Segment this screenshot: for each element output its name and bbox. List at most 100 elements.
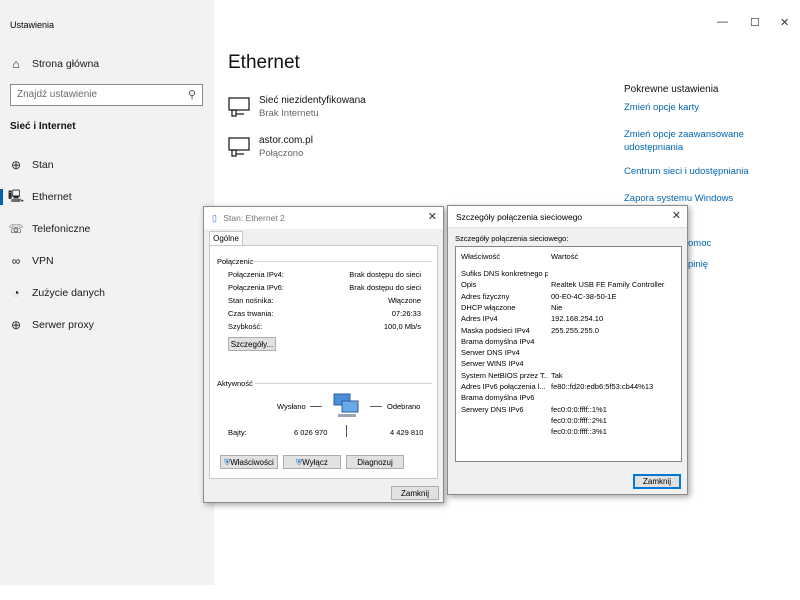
list-item[interactable]: Maska podsieci IPv4 255.255.255.0 — [461, 326, 681, 337]
ethernet-icon — [228, 97, 250, 117]
dialog-titlebar: Szczegóły połączenia sieciowego — [448, 206, 687, 228]
sidebar-item-telefoniczne[interactable]: ☏ Telefoniczne — [0, 215, 214, 243]
property-value: 255.255.255.0 — [551, 325, 599, 335]
property-name: Brama domyślna IPv4 — [461, 336, 535, 346]
sidebar-item-label: Ethernet — [32, 191, 72, 203]
activity-group-label: Aktywność — [217, 379, 253, 388]
app-title: Ustawienia — [10, 20, 55, 30]
link-firewall[interactable]: Zapora systemu Windows — [624, 192, 764, 205]
sidebar-item-vpn[interactable]: ∞ VPN — [0, 247, 214, 275]
related-settings-header: Pokrewne ustawienia — [624, 84, 719, 95]
row-label: Czas trwania: — [228, 309, 274, 318]
property-name: Maska podsieci IPv4 — [461, 325, 530, 335]
column-header-property[interactable]: Właściwość — [461, 252, 500, 261]
link-advanced-sharing[interactable]: Zmień opcje zaawansowane udostępniania — [624, 128, 764, 154]
link-feedback-partial[interactable]: pinię — [688, 258, 728, 271]
row-label: Połączenia IPv4: — [228, 270, 284, 279]
network-item[interactable]: Sieć niezidentyfikowana Brak Internetu — [228, 95, 468, 125]
bytes-sent: 6 026 970 — [294, 428, 328, 437]
network-item[interactable]: astor.com.pl Połączono — [228, 135, 468, 165]
property-name: Serwer DNS IPv4 — [461, 348, 520, 358]
property-name: Adres IPv6 połączenia l... — [461, 382, 546, 391]
bottom-area — [0, 585, 800, 600]
details-list[interactable]: Właściwość Wartość Sufiks DNS konkretneg… — [455, 246, 682, 462]
globe-icon: ⊕ — [10, 318, 22, 332]
list-item[interactable]: Adres IPv6 połączenia l... fe80::fd20:edb… — [461, 382, 681, 393]
sidebar-item-label: Telefoniczne — [32, 223, 91, 235]
list-item[interactable]: Serwer DNS IPv4 — [461, 348, 681, 359]
network-adapter-icon: ▯ — [212, 213, 217, 223]
list-item[interactable]: Brama domyślna IPv4 — [461, 337, 681, 348]
list-item[interactable]: Sufiks DNS konkretnego p... — [461, 269, 681, 280]
dialog-title: Szczegóły połączenia sieciowego — [456, 212, 583, 222]
dialup-icon: ☏ — [8, 222, 24, 236]
row-label: Stan nośnika: — [228, 296, 274, 305]
row-value: 100,0 Mb/s — [383, 322, 421, 331]
sidebar-item-data-usage[interactable]: ◔ Zużycie danych — [0, 279, 214, 307]
property-value: Tak — [551, 370, 563, 380]
sidebar-item-label: Serwer proxy — [32, 319, 94, 331]
data-usage-icon: ◔ — [12, 286, 20, 300]
sidebar-item-label: Strona główna — [32, 58, 100, 70]
home-icon: ⌂ — [12, 57, 20, 71]
property-name: System NetBIOS przez T... — [461, 370, 548, 380]
properties-button[interactable]: ⛨Właściwości — [220, 455, 278, 469]
ethernet-icon: 🖳 — [7, 188, 24, 203]
row-label: Połączenia IPv6: — [228, 283, 284, 292]
sidebar-item-proxy[interactable]: ⊕ Serwer proxy — [0, 311, 214, 339]
row-value: 07:26:33 — [391, 309, 421, 318]
property-value: 192.168.254.10 — [551, 314, 604, 324]
sidebar-item-label: Zużycie danych — [32, 287, 105, 299]
window-controls: — ☐ ✕ — [700, 16, 800, 36]
list-item[interactable]: Adres IPv4 192.168.254.10 — [461, 314, 681, 325]
property-name: Adres fizyczny — [461, 291, 510, 301]
settings-sidebar: Ustawienia ⌂ Strona główna Znajdź ustawi… — [0, 0, 214, 585]
vpn-icon: ∞ — [11, 254, 21, 268]
divider — [250, 261, 432, 262]
sidebar-item-label: VPN — [32, 255, 54, 267]
details-button[interactable]: Szczegóły... — [228, 337, 276, 351]
list-item[interactable]: DHCP włączone Nie — [461, 303, 681, 314]
list-item[interactable]: Serwery DNS IPv6 fec0:0:0:ffff::1%1 — [461, 405, 681, 416]
list-item[interactable]: Opis Realtek USB FE Family Controller — [461, 280, 681, 291]
close-button[interactable]: Zamknij — [391, 486, 439, 500]
list-item[interactable]: Adres fizyczny 00-E0-4C-38-50-1E — [461, 292, 681, 303]
bytes-label: Bajty: — [228, 428, 247, 437]
button-label: Właściwości — [230, 458, 274, 467]
section-header: Sieć i Internet — [10, 121, 76, 132]
sidebar-item-home[interactable]: ⌂ Strona główna — [0, 50, 214, 78]
tab-general[interactable]: Ogólne — [209, 231, 243, 246]
minimize-icon[interactable]: — — [717, 16, 728, 28]
list-item[interactable]: Brama domyślna IPv6 — [461, 393, 681, 404]
close-button[interactable]: Zamknij — [633, 474, 681, 489]
disable-button[interactable]: ⛨Wyłącz — [283, 455, 341, 469]
list-item[interactable]: Serwer WINS IPv4 — [461, 359, 681, 370]
divider — [255, 383, 432, 384]
page-title: Ethernet — [228, 52, 300, 73]
sidebar-item-ethernet[interactable]: 🖳 Ethernet — [0, 183, 214, 211]
received-label: Odebrano — [387, 402, 421, 411]
column-header-value[interactable]: Wartość — [551, 252, 578, 261]
row-value: Włączone — [388, 296, 421, 305]
diagnose-button[interactable]: Diagnozuj — [346, 455, 404, 469]
list-item[interactable]: fec0:0:0:ffff::3%1 — [461, 427, 681, 438]
close-icon[interactable]: ✕ — [428, 210, 437, 223]
row-value: Brak dostępu do sieci — [349, 270, 421, 279]
divider — [370, 406, 382, 407]
link-help-partial[interactable]: omoc — [688, 237, 728, 250]
link-adapter-options[interactable]: Zmień opcje karty — [624, 101, 764, 114]
network-status: Połączono — [259, 148, 304, 159]
close-icon[interactable]: ✕ — [672, 209, 681, 222]
property-value: fe80::fd20:edb6:5f53:cb44%13 — [551, 382, 654, 391]
maximize-icon[interactable]: ☐ — [750, 16, 760, 29]
divider — [346, 425, 347, 437]
property-value: fec0:0:0:ffff::2%1 — [551, 415, 607, 425]
sidebar-item-stan[interactable]: ⊕ Stan — [0, 151, 214, 179]
list-item[interactable]: System NetBIOS przez T... Tak — [461, 371, 681, 382]
link-network-center[interactable]: Centrum sieci i udostępniania — [624, 165, 764, 178]
close-icon[interactable]: ✕ — [780, 16, 789, 29]
property-name: Opis — [461, 280, 477, 290]
list-item[interactable]: fec0:0:0:ffff::2%1 — [461, 416, 681, 427]
search-placeholder: Znajdź ustawienie — [17, 89, 98, 100]
search-input[interactable]: Znajdź ustawienie ⚲ — [10, 84, 203, 106]
